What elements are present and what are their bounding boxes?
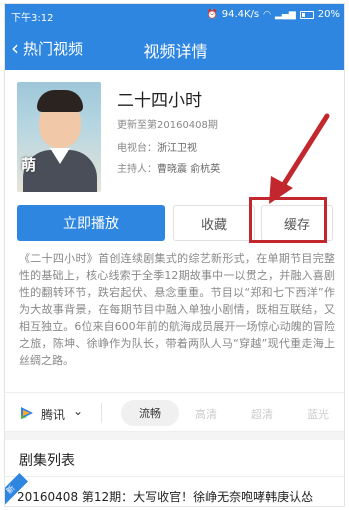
- battery-percent: 20%: [317, 9, 340, 20]
- episode-item-title[interactable]: 20160408 第12期：大写收官！徐峥无奈咆哮韩庚认怂: [17, 488, 344, 505]
- poster-hair: [37, 90, 83, 112]
- divider: [101, 403, 102, 423]
- status-bar: 下午3:12 ⏰ 94.4K/s ◠ ▂▄▆ 20%: [5, 4, 344, 26]
- play-now-button[interactable]: 立即播放: [17, 205, 165, 241]
- alarm-icon: ⏰: [206, 9, 218, 20]
- update-info: 更新至第20160408期: [117, 120, 218, 131]
- source-selector[interactable]: 腾讯: [41, 406, 65, 423]
- chevron-down-icon[interactable]: ⌄: [73, 404, 83, 418]
- wifi-icon: ◠: [263, 9, 271, 20]
- source-quality-row: 腾讯 ⌄ 流畅 高清 超清 蓝光: [5, 392, 344, 432]
- status-time: 下午3:12: [11, 13, 54, 24]
- signal-icon: ▂▄▆: [275, 9, 296, 20]
- favorite-button[interactable]: 收藏: [173, 205, 255, 241]
- nav-bar: ‹ 热门视频 视频详情: [5, 26, 344, 70]
- page-title: 视频详情: [143, 42, 208, 61]
- host-label: 主持人：: [117, 164, 157, 175]
- show-poster[interactable]: 萌: [17, 82, 101, 192]
- show-title: 二十四小时: [117, 91, 202, 111]
- status-indicators: ⏰ 94.4K/s ◠ ▂▄▆ 20%: [207, 9, 340, 20]
- list-divider: [5, 476, 344, 477]
- quality-option-bluray[interactable]: 蓝光: [307, 406, 329, 422]
- show-description: 《二十四小时》首创连续剧集式的综艺新形式，在单期节目完整性的基础上，核心线索于全…: [19, 252, 335, 367]
- tencent-logo-icon: [21, 407, 33, 419]
- quality-option-smooth[interactable]: 流畅: [121, 400, 179, 426]
- quality-option-hd[interactable]: 高清: [195, 406, 217, 422]
- channel-info: 电视台：浙江卫视: [117, 139, 197, 154]
- channel-label: 电视台：: [117, 143, 157, 154]
- app-frame: 下午3:12 ⏰ 94.4K/s ◠ ▂▄▆ 20% ‹ 热门视频 视频详情 萌…: [4, 3, 345, 507]
- host-value: 曹晓震 俞杭英: [157, 164, 221, 175]
- battery-icon: [299, 10, 314, 19]
- section-gap: [5, 432, 344, 440]
- host-info: 主持人：曹晓震 俞杭英: [117, 160, 220, 175]
- annotation-arrow-icon: [269, 113, 330, 204]
- channel-value: 浙江卫视: [157, 143, 197, 154]
- poster-text: 萌: [21, 156, 37, 174]
- episode-list-header: 剧集列表: [19, 453, 75, 469]
- network-speed: 94.4K/s: [221, 9, 260, 20]
- quality-option-shd[interactable]: 超清: [251, 406, 273, 422]
